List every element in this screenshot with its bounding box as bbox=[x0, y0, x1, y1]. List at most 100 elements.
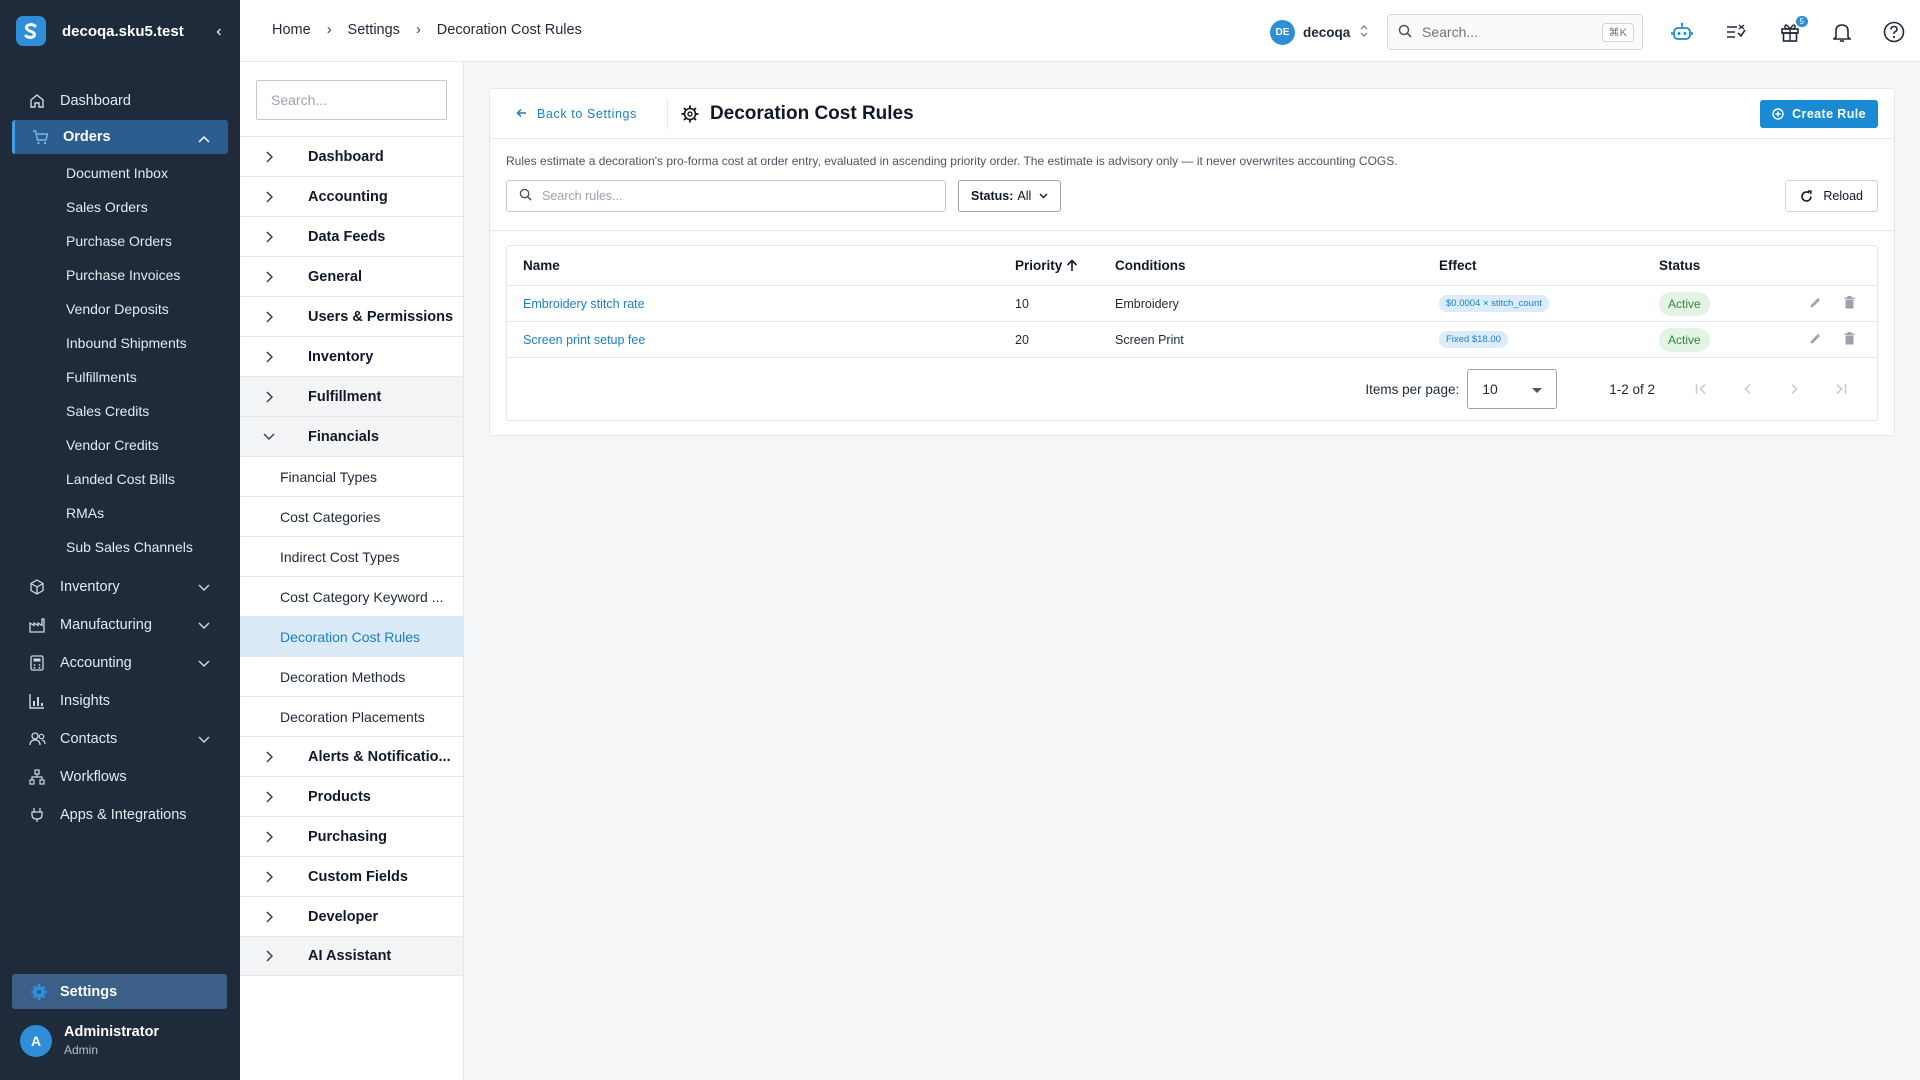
settings-group-label: Users & Permissions bbox=[308, 308, 454, 325]
sidebar-item-orders[interactable]: Orders bbox=[12, 120, 228, 154]
settings-group-dashboard[interactable]: Dashboard bbox=[240, 136, 463, 176]
last-page-icon[interactable] bbox=[1817, 383, 1863, 395]
chevron-right-icon bbox=[260, 190, 278, 203]
settings-item-decoration-cost-rules[interactable]: Decoration Cost Rules bbox=[240, 616, 463, 656]
search-icon bbox=[519, 188, 532, 204]
robot-assistant-icon[interactable] bbox=[1670, 20, 1694, 44]
settings-group-inventory[interactable]: Inventory bbox=[240, 336, 463, 376]
column-header-effect[interactable]: Effect bbox=[1439, 258, 1659, 273]
pencil-icon[interactable] bbox=[1809, 296, 1822, 312]
chevron-right-icon bbox=[260, 270, 278, 283]
settings-group-accounting[interactable]: Accounting bbox=[240, 176, 463, 216]
settings-item-cost-category-keywords[interactable]: Cost Category Keyword ... bbox=[240, 576, 463, 616]
global-search-input[interactable]: Search... ⌘K bbox=[1387, 14, 1643, 50]
sidebar-item-workflows[interactable]: Workflows bbox=[0, 758, 240, 796]
sidebar-subitem-rmas[interactable]: RMAs bbox=[0, 496, 240, 530]
rules-search-input[interactable] bbox=[542, 189, 922, 203]
sidebar-subitem-inbound-shipments[interactable]: Inbound Shipments bbox=[0, 326, 240, 360]
sidebar-item-manufacturing[interactable]: Manufacturing bbox=[0, 606, 240, 644]
chevron-right-icon bbox=[260, 230, 278, 243]
sidebar-item-apps-integrations[interactable]: Apps & Integrations bbox=[0, 796, 240, 834]
sidebar-subitem-purchase-invoices[interactable]: Purchase Invoices bbox=[0, 258, 240, 292]
trash-icon[interactable] bbox=[1844, 331, 1855, 348]
org-switcher[interactable]: DE decoqa bbox=[1270, 20, 1368, 45]
breadcrumb-home[interactable]: Home bbox=[272, 22, 311, 38]
sidebar-subitem-sales-credits[interactable]: Sales Credits bbox=[0, 394, 240, 428]
settings-group-custom-fields[interactable]: Custom Fields bbox=[240, 856, 463, 896]
sidebar-item-settings[interactable]: Settings bbox=[12, 974, 227, 1009]
status-filter-label: Status: bbox=[971, 189, 1014, 203]
sidebar-item-label: Settings bbox=[60, 983, 118, 1000]
settings-group-developer[interactable]: Developer bbox=[240, 896, 463, 936]
pencil-icon[interactable] bbox=[1809, 332, 1822, 348]
cart-icon bbox=[31, 128, 49, 146]
sidebar-subitem-sub-sales-channels[interactable]: Sub Sales Channels bbox=[0, 530, 240, 564]
sidebar-item-insights[interactable]: Insights bbox=[0, 682, 240, 720]
reload-button[interactable]: Reload bbox=[1785, 180, 1878, 212]
settings-item-financial-types[interactable]: Financial Types bbox=[240, 456, 463, 496]
settings-group-label: Financials bbox=[308, 428, 379, 445]
sidebar-subitem-vendor-credits[interactable]: Vendor Credits bbox=[0, 428, 240, 462]
sidebar-item-inventory[interactable]: Inventory bbox=[0, 568, 240, 606]
settings-item-cost-categories[interactable]: Cost Categories bbox=[240, 496, 463, 536]
sidebar-subitem-vendor-deposits[interactable]: Vendor Deposits bbox=[0, 292, 240, 326]
items-per-page-select[interactable]: 10 bbox=[1467, 369, 1558, 409]
settings-search-input[interactable] bbox=[271, 92, 446, 108]
next-page-icon[interactable] bbox=[1771, 383, 1817, 395]
sidebar-subitem-sales-orders[interactable]: Sales Orders bbox=[0, 190, 240, 224]
sidebar-subitem-purchase-orders[interactable]: Purchase Orders bbox=[0, 224, 240, 258]
settings-group-purchasing[interactable]: Purchasing bbox=[240, 816, 463, 856]
rules-toolbar: Status: All Reload bbox=[506, 180, 1878, 216]
rule-name-link[interactable]: Screen print setup fee bbox=[523, 333, 645, 347]
column-header-name[interactable]: Name bbox=[507, 258, 1015, 273]
settings-search-field[interactable] bbox=[256, 80, 447, 120]
first-page-icon[interactable] bbox=[1679, 383, 1725, 395]
sort-ascending-icon bbox=[1066, 259, 1078, 272]
column-header-conditions[interactable]: Conditions bbox=[1115, 258, 1439, 273]
sidebar-subitem-document-inbox[interactable]: Document Inbox bbox=[0, 156, 240, 190]
sidebar-item-label: Insights bbox=[60, 693, 110, 709]
back-to-settings-button[interactable]: Back to Settings bbox=[506, 107, 647, 121]
settings-group-products[interactable]: Products bbox=[240, 776, 463, 816]
status-badge: Active bbox=[1659, 327, 1710, 352]
settings-group-alerts-notifications[interactable]: Alerts & Notificatio... bbox=[240, 736, 463, 776]
settings-group-users-permissions[interactable]: Users & Permissions bbox=[240, 296, 463, 336]
help-icon[interactable] bbox=[1882, 20, 1906, 44]
settings-group-data-feeds[interactable]: Data Feeds bbox=[240, 216, 463, 256]
settings-item-indirect-cost-types[interactable]: Indirect Cost Types bbox=[240, 536, 463, 576]
previous-page-icon[interactable] bbox=[1725, 383, 1771, 395]
caret-down-icon bbox=[1532, 381, 1543, 397]
settings-group-ai-assistant[interactable]: AI Assistant bbox=[240, 936, 463, 976]
column-header-status[interactable]: Status bbox=[1659, 258, 1779, 273]
cog-rules-icon bbox=[680, 104, 700, 124]
chevron-down-icon bbox=[1039, 193, 1048, 199]
status-filter-dropdown[interactable]: Status: All bbox=[958, 180, 1062, 212]
sidebar-subitem-fulfillments[interactable]: Fulfillments bbox=[0, 360, 240, 394]
user-profile[interactable]: A Administrator Admin bbox=[20, 1024, 159, 1057]
chevron-left-icon[interactable] bbox=[214, 22, 224, 40]
sidebar-item-dashboard[interactable]: Dashboard bbox=[0, 82, 240, 120]
bell-icon[interactable] bbox=[1830, 20, 1854, 44]
breadcrumb-settings[interactable]: Settings bbox=[348, 22, 400, 38]
sidebar-item-contacts[interactable]: Contacts bbox=[0, 720, 240, 758]
gear-icon bbox=[30, 983, 48, 1001]
settings-group-general[interactable]: General bbox=[240, 256, 463, 296]
task-list-icon[interactable] bbox=[1724, 20, 1748, 44]
rules-search-field[interactable] bbox=[506, 180, 946, 212]
settings-item-decoration-methods[interactable]: Decoration Methods bbox=[240, 656, 463, 696]
rule-name-link[interactable]: Embroidery stitch rate bbox=[523, 297, 645, 311]
settings-group-label: Accounting bbox=[308, 188, 388, 205]
sidebar-item-label: Manufacturing bbox=[60, 617, 152, 633]
column-header-priority[interactable]: Priority bbox=[1015, 258, 1115, 273]
gift-icon[interactable]: 5 bbox=[1778, 16, 1808, 44]
sidebar-subitem-landed-cost-bills[interactable]: Landed Cost Bills bbox=[0, 462, 240, 496]
settings-group-label: Products bbox=[308, 788, 371, 805]
sidebar-item-accounting[interactable]: Accounting bbox=[0, 644, 240, 682]
arrow-left-icon bbox=[516, 107, 527, 121]
settings-group-fulfillment[interactable]: Fulfillment bbox=[240, 376, 463, 416]
column-header-priority-label: Priority bbox=[1015, 258, 1063, 273]
settings-item-decoration-placements[interactable]: Decoration Placements bbox=[240, 696, 463, 736]
settings-group-financials[interactable]: Financials bbox=[240, 416, 463, 456]
create-rule-button[interactable]: Create Rule bbox=[1760, 100, 1878, 128]
trash-icon[interactable] bbox=[1844, 295, 1855, 312]
